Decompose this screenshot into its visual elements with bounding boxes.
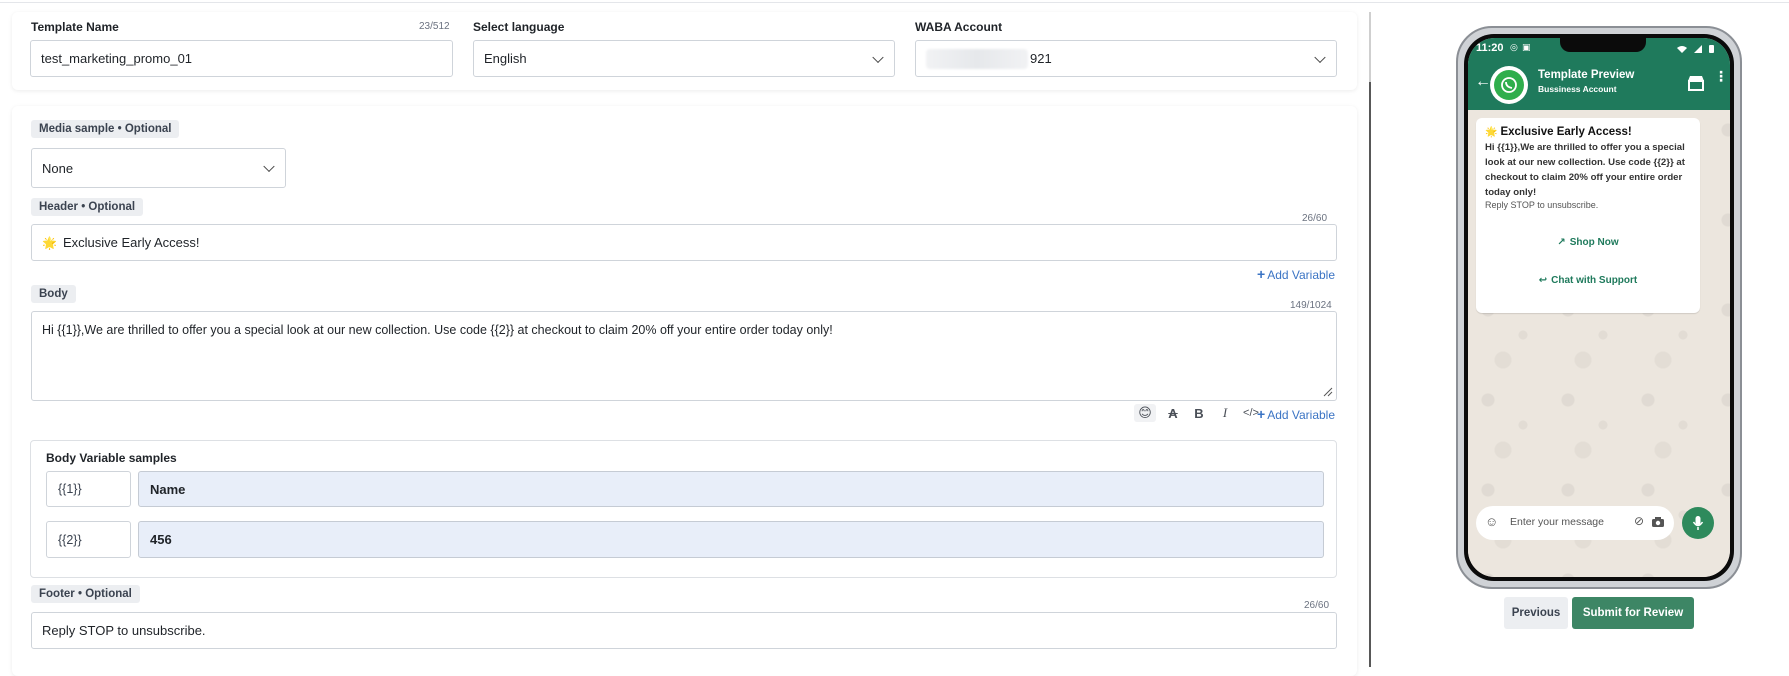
variable-value-input-1[interactable]: Name [138,471,1324,507]
reply-icon: ↩ [1538,275,1548,286]
message-input-placeholder: Enter your message [1510,516,1604,528]
footer-input[interactable]: Reply STOP to unsubscribe. [31,612,1337,649]
variable-value-text: 456 [150,532,172,547]
chevron-down-icon [263,160,275,173]
variable-value-input-2[interactable]: 456 [138,521,1324,558]
phone-notch [1560,38,1646,52]
header-optional: • Optional [81,201,136,213]
template-name-value: test_marketing_promo_01 [41,51,193,66]
message-footer: Reply STOP to unsubscribe. [1485,200,1599,210]
body-textarea[interactable]: Hi {{1}},We are thrilled to offer you a … [31,311,1337,401]
status-bar: 11:20 ◎ ▣ [1468,38,1730,60]
message-body: Hi {{1}},We are thrilled to offer you a … [1485,142,1685,198]
sun-emoji-icon: 🌟 [42,235,57,250]
message-title-text: Exclusive Early Access! [1500,126,1632,138]
chat-with-support-button[interactable]: ↩ Chat with Support [1476,275,1700,286]
instagram-status-icon: ▣ [1522,42,1531,52]
phone-screen: 11:20 ◎ ▣ ← Template Preview Bussiness A… [1468,38,1730,577]
attachment-icon[interactable]: ⊘ [1634,514,1644,528]
panel-divider [1369,12,1371,667]
message-input-bar[interactable]: ☺ Enter your message ⊘ [1476,506,1674,540]
message-title: 🌟 Exclusive Early Access! [1485,126,1632,138]
media-pill: Media sample • Optional [31,120,180,138]
footer-optional: • Optional [77,588,132,600]
chevron-down-icon [872,51,884,63]
variable-key-2: {{2}} [46,521,131,558]
header-label: Header [39,201,78,213]
emoji-icon[interactable]: ☺ [1485,514,1498,529]
waba-value-suffix: 921 [1030,51,1052,66]
more-vertical-icon[interactable]: ⋮ [1714,69,1728,83]
header-add-variable-button[interactable]: + Add Variable [1257,266,1335,282]
message-bubble: 🌟 Exclusive Early Access! Hi {{1}},We are… [1476,118,1700,313]
language-value: English [484,51,527,66]
resize-handle-icon[interactable] [1323,387,1333,397]
media-label: Media sample [39,123,115,135]
footer-counter: 26/60 [1304,600,1330,611]
emoji-icon[interactable]: 😊 [1134,404,1156,422]
plus-icon: + [1257,406,1266,422]
template-name-label: Template Name [31,20,119,34]
italic-icon[interactable]: I [1216,404,1234,422]
redacted-mask [926,48,1028,69]
chevron-down-icon [1314,51,1326,63]
bold-icon[interactable]: B [1190,404,1208,422]
header-value: Exclusive Early Access! [62,235,200,250]
preview-subtitle: Bussiness Account [1538,84,1617,94]
language-label: Select language [473,20,565,34]
language-select[interactable]: English [473,40,895,77]
variable-key-text: {{2}} [58,532,82,547]
body-pill: Body [31,285,76,303]
variable-key-text: {{1}} [58,482,82,496]
format-toolbar: 😊 A B I </> [1134,402,1260,424]
preview-title: Template Preview [1538,69,1635,81]
footer-label: Footer [39,588,75,600]
previous-button[interactable]: Previous [1504,597,1568,629]
waba-select[interactable]: 921 [915,40,1337,77]
variable-key-1: {{1}} [46,471,131,507]
media-select[interactable]: None [31,148,286,188]
body-value: Hi {{1}},We are thrilled to offer you a … [42,323,833,337]
external-link-icon: ↗ [1557,237,1566,248]
status-time: 11:20 [1476,42,1504,54]
back-arrow-icon[interactable]: ← [1475,73,1491,91]
shop-now-button[interactable]: ↗ Shop Now [1476,237,1700,248]
variable-value-text: Name [150,481,186,497]
header-counter: 26/60 [1302,213,1328,224]
plus-icon: + [1257,266,1266,282]
top-divider [0,2,1789,3]
sun-emoji-icon: 🌟 [1485,127,1498,138]
chat-with-support-label: Chat with Support [1551,275,1638,286]
body-label: Body [39,288,68,300]
shop-now-label: Shop Now [1569,237,1619,248]
body-add-variable-label: Add Variable [1267,408,1336,422]
submit-for-review-button[interactable]: Submit for Review [1572,597,1694,629]
body-counter: 149/1024 [1290,300,1332,311]
footer-value: Reply STOP to unsubscribe. [42,623,206,638]
footer-pill: Footer • Optional [31,585,140,603]
strikethrough-icon[interactable]: A [1164,404,1182,422]
camera-icon[interactable] [1651,516,1665,528]
whatsapp-header: ← Template Preview Bussiness Account ⋮ [1468,60,1730,110]
signal-battery-icon [1677,45,1714,53]
template-name-input[interactable]: test_marketing_promo_01 [30,40,453,77]
media-optional: • Optional [117,123,172,135]
store-icon[interactable] [1687,75,1705,91]
header-add-variable-label: Add Variable [1267,268,1336,282]
body-variables-title: Body Variable samples [46,451,177,465]
header-pill: Header • Optional [31,198,144,216]
mic-icon [1692,516,1704,530]
whatsapp-status-icon: ◎ [1510,42,1518,52]
media-value: None [42,160,74,176]
scrollbar-track [1369,12,1371,82]
template-name-counter: 23/512 [419,21,450,32]
body-add-variable-button[interactable]: + Add Variable [1257,406,1335,422]
whatsapp-logo-icon [1490,66,1528,104]
mic-button[interactable] [1682,507,1714,539]
waba-label: WABA Account [915,20,1003,34]
header-input[interactable]: 🌟 Exclusive Early Access! [31,224,1337,261]
